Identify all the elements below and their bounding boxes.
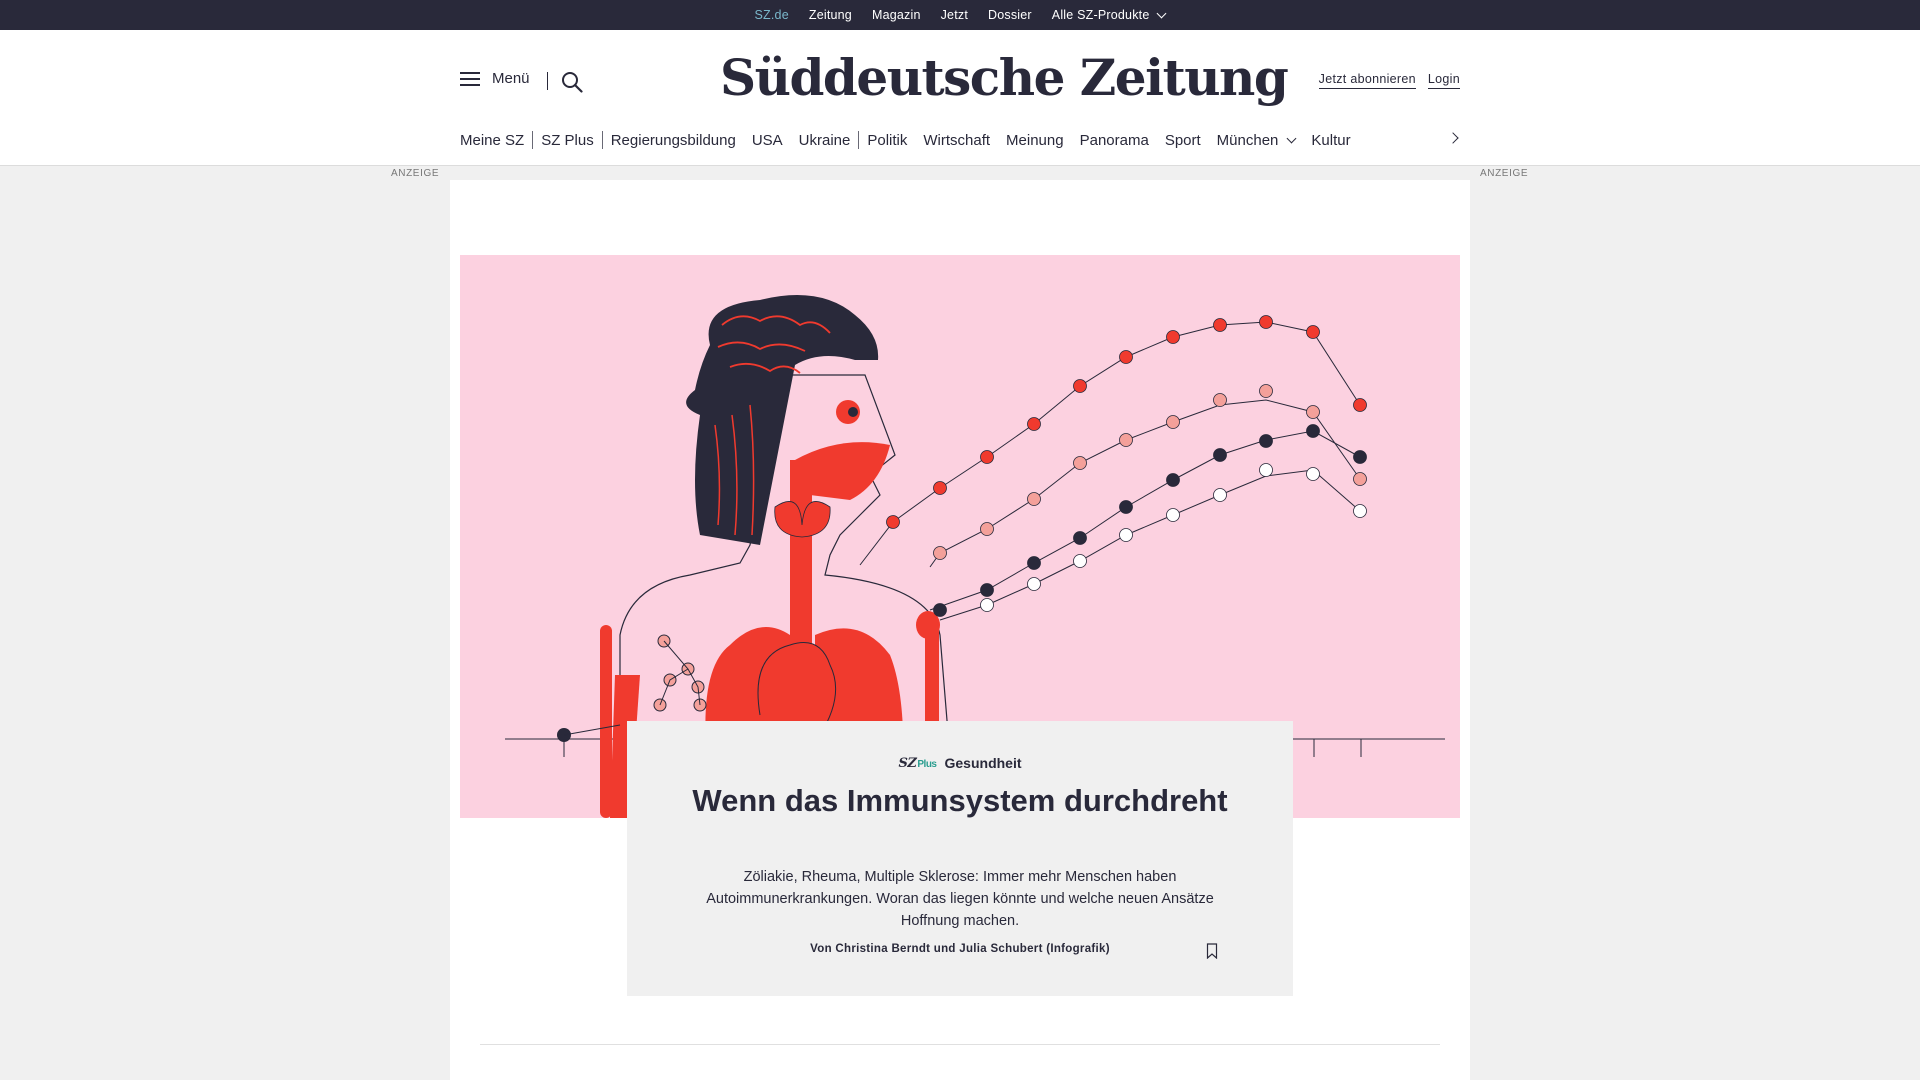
article-teaser[interactable]: SZPlus Gesundheit Wenn das Immunsystem d…	[627, 721, 1293, 996]
chevron-down-icon	[1286, 133, 1297, 143]
top-link-dossier[interactable]: Dossier	[978, 0, 1042, 30]
top-bar-links: SZ.de Zeitung Magazin Jetzt Dossier Alle…	[0, 0, 1920, 30]
nav-item-muenchen-label: München	[1216, 131, 1279, 149]
nav-item-usa[interactable]: USA	[744, 132, 791, 149]
hamburger-icon	[460, 71, 480, 87]
top-link-alle-produkte-label: Alle SZ-Produkte	[1051, 8, 1150, 22]
top-link-sz-de[interactable]: SZ.de	[745, 0, 799, 30]
nav-scroll-right-icon[interactable]	[1448, 131, 1460, 145]
sz-plus-logo: SZPlus	[898, 755, 937, 771]
bookmark-icon[interactable]	[1206, 943, 1218, 959]
nav-item-meinung[interactable]: Meinung	[998, 132, 1072, 149]
top-link-zeitung[interactable]: Zeitung	[799, 0, 862, 30]
search-icon[interactable]	[561, 71, 583, 93]
article-byline: Von Christina Berndt und Julia Schubert …	[810, 943, 1110, 955]
subscribe-link[interactable]: Jetzt abonnieren	[1318, 72, 1416, 89]
nav-item-sport[interactable]: Sport	[1157, 132, 1209, 149]
menu-button[interactable]: Menü	[460, 70, 530, 87]
nav-item-regierungsbildung[interactable]: Regierungsbildung	[603, 132, 744, 149]
nav-item-meine-sz[interactable]: Meine SZ	[460, 132, 532, 149]
menu-label: Menü	[492, 70, 530, 87]
site-logo[interactable]: Süddeutsche Zeitung	[720, 48, 1289, 107]
nav-divider	[532, 131, 534, 149]
sz-plus-brand: SZ	[898, 755, 917, 771]
nav-divider	[858, 131, 860, 149]
nav-item-politik[interactable]: Politik	[859, 132, 915, 149]
nav-item-panorama[interactable]: Panorama	[1072, 132, 1157, 149]
top-link-magazin[interactable]: Magazin	[862, 0, 931, 30]
nav-item-muenchen[interactable]: München	[1209, 132, 1304, 149]
article-kicker: SZPlus Gesundheit	[627, 755, 1293, 771]
login-link[interactable]: Login	[1427, 72, 1460, 89]
nav-item-kultur[interactable]: Kultur	[1303, 132, 1358, 149]
ad-label-left: ANZEIGE	[391, 168, 440, 179]
header-divider	[547, 72, 548, 90]
ad-label-right: ANZEIGE	[1480, 168, 1529, 179]
content-divider	[480, 1044, 1440, 1045]
article-section: Gesundheit	[944, 755, 1022, 771]
top-bar: SZ.de Zeitung Magazin Jetzt Dossier Alle…	[0, 0, 1920, 30]
sz-plus-suffix: Plus	[917, 758, 937, 770]
nav-item-ukraine[interactable]: Ukraine	[791, 132, 859, 149]
account-links: Jetzt abonnieren Login	[1318, 72, 1460, 89]
article-headline[interactable]: Wenn das Immunsystem durchdreht	[687, 781, 1233, 821]
nav-item-wirtschaft[interactable]: Wirtschaft	[915, 132, 998, 149]
chevron-down-icon	[1157, 8, 1167, 18]
nav-item-sz-plus[interactable]: SZ Plus	[533, 132, 602, 149]
top-link-jetzt[interactable]: Jetzt	[931, 0, 978, 30]
main-nav: Meine SZ SZ Plus Regierungsbildung USA U…	[460, 130, 1359, 150]
article-teaser-text: Zöliakie, Rheuma, Multiple Sklerose: Imm…	[706, 869, 1214, 929]
top-link-alle-produkte[interactable]: Alle SZ-Produkte	[1042, 0, 1176, 30]
nav-divider	[601, 131, 603, 149]
site-header: Menü Süddeutsche Zeitung Jetzt abonniere…	[0, 30, 1920, 166]
